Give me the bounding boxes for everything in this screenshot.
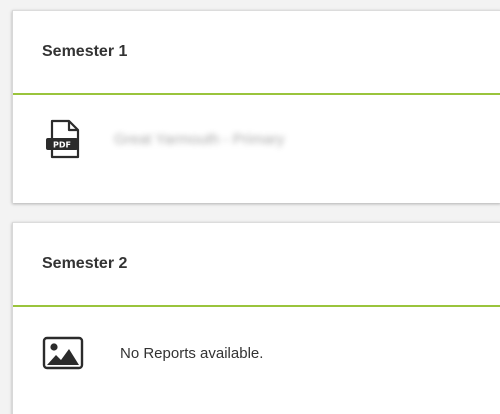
svg-text:PDF: PDF [53,141,71,150]
semester-2-title: Semester 2 [13,223,500,307]
semester-1-report-row[interactable]: PDF Great Yarmouth - Primary [13,95,500,183]
semester-1-title: Semester 1 [13,11,500,95]
semester-1-card: Semester 1 PDF Great Yarmouth - Primary [12,10,500,203]
pdf-file-icon[interactable]: PDF [42,117,86,161]
semester-2-report-row: No Reports available. [13,307,500,399]
report-page: Semester 1 PDF Great Yarmouth - Primary … [0,0,500,414]
no-reports-message: No Reports available. [120,344,264,362]
report-file-link[interactable]: Great Yarmouth - Primary [114,131,284,148]
image-icon [42,335,84,371]
semester-2-card: Semester 2 No Reports available. [12,222,500,414]
